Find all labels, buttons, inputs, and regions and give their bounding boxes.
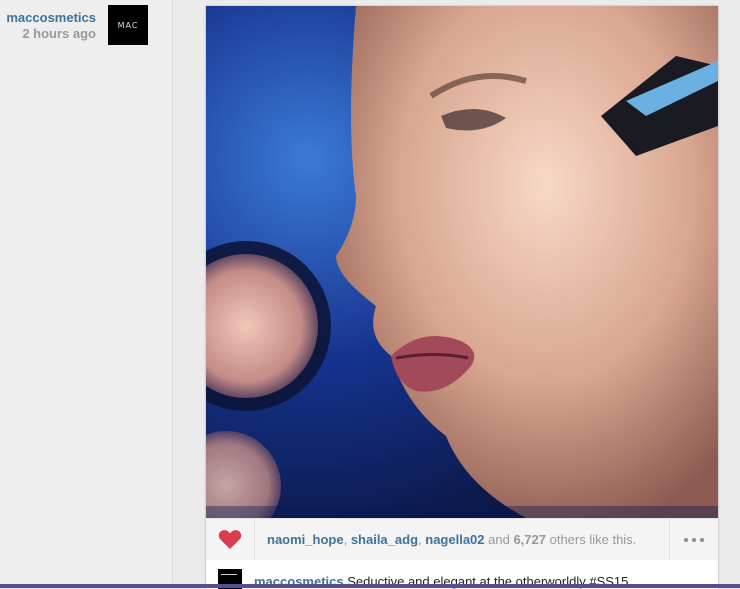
likes-suffix: others like this. [545,532,637,547]
more-options-button[interactable] [669,519,718,560]
avatar-logo-text: MAC [117,20,139,30]
more-options-icon-dot [700,537,704,542]
post-photo[interactable] [206,6,718,518]
author-avatar[interactable]: MAC [108,5,148,45]
post-photo-illustration [206,6,718,518]
post-timestamp[interactable]: 2 hours ago [22,26,96,41]
post-meta-column: maccosmetics 2 hours ago MAC [0,0,173,588]
more-options-icon [684,537,688,542]
post-card: naomi_hope, shaila_adg, nagella02 and 6,… [205,5,719,589]
window-bottom-edge [0,584,740,588]
liker-link[interactable]: nagella02 [425,532,484,547]
like-button[interactable] [206,519,255,560]
likes-count[interactable]: 6,727 [513,532,546,547]
post-author-link[interactable]: maccosmetics [6,10,96,25]
heart-icon [218,530,242,549]
likes-separator: , [343,532,351,547]
liker-link[interactable]: naomi_hope [267,532,344,547]
liker-link[interactable]: shaila_adg [351,532,418,547]
more-options-icon-dot [692,537,696,542]
likes-and: and [484,532,514,547]
likes-bar: naomi_hope, shaila_adg, nagella02 and 6,… [206,518,718,561]
likes-summary: naomi_hope, shaila_adg, nagella02 and 6,… [267,532,636,547]
